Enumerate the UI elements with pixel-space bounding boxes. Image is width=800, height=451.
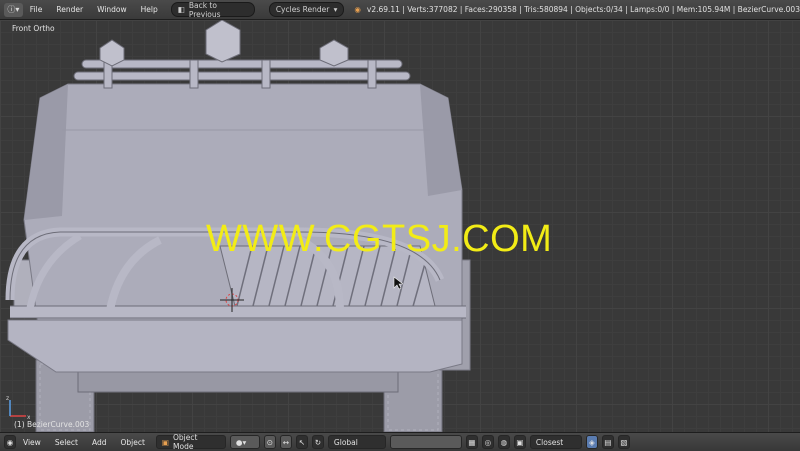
menu-render[interactable]: Render [49, 5, 90, 14]
menu-add[interactable]: Add [85, 438, 114, 447]
3d-viewport[interactable]: Front Ortho WWW.CGTSJ.COM (1) BezierCurv… [0, 20, 800, 432]
watermark-text: WWW.CGTSJ.COM [206, 218, 553, 260]
editor-type-icon[interactable]: ◉ [4, 435, 16, 449]
transform-orientation-select[interactable]: Global [327, 435, 386, 449]
roof-light-right [319, 39, 349, 67]
render-animation-icon[interactable]: ▤ [601, 435, 614, 449]
blender-logo-icon: ◉ [354, 5, 361, 14]
roof-light-left [99, 39, 125, 67]
roof-rack [81, 59, 403, 69]
manipulator-toggle-icon[interactable]: ↔ [279, 435, 292, 449]
info-editor-icon[interactable]: ⓘ▾ [4, 2, 23, 17]
render-icon[interactable]: ◈ [585, 435, 598, 449]
orientation-label: Global [333, 437, 358, 447]
roof-light-center [205, 20, 241, 63]
menu-select[interactable]: Select [48, 438, 85, 447]
sphere-icon: ●▾ [235, 437, 247, 447]
opengl-render-icon[interactable]: ▧ [617, 435, 630, 449]
snap-target-label: Closest [535, 437, 564, 447]
object-mode-icon: ▣ [161, 437, 170, 447]
snap-target-select[interactable]: Closest [529, 435, 582, 449]
back-icon: ◧ [177, 5, 185, 14]
axis-gizmo-icon: x z [6, 396, 30, 420]
scene-stats: v2.69.11 | Verts:377082 | Faces:290358 |… [366, 5, 800, 14]
snap-icon[interactable]: ◍ [497, 435, 510, 449]
menu-help[interactable]: Help [134, 5, 165, 14]
view-label: Front Ortho [12, 24, 55, 33]
back-to-previous-label: Back to Previous [188, 0, 221, 19]
menu-file[interactable]: File [23, 5, 50, 14]
pivot-point-icon[interactable]: ⊙ [263, 435, 276, 449]
chevron-down-icon: ▾ [333, 5, 338, 14]
top-header: ⓘ▾ File Render Window Help ◧ Back to Pre… [0, 0, 800, 20]
menu-object[interactable]: Object [113, 438, 151, 447]
rotate-icon[interactable]: ↻ [311, 435, 324, 449]
translate-icon[interactable]: ↖ [295, 435, 308, 449]
menu-window[interactable]: Window [90, 5, 134, 14]
viewport-header: ◉ View Select Add Object ▣ Object Mode ●… [0, 432, 800, 451]
svg-text:x: x [27, 414, 30, 420]
viewport-shading-select[interactable]: ●▾ [229, 435, 260, 449]
menu-view[interactable]: View [16, 438, 48, 447]
render-engine-label: Cycles Render [275, 5, 330, 14]
svg-text:z: z [6, 396, 9, 402]
mouse-pointer-icon [393, 276, 403, 290]
snap-element-icon[interactable]: ▣ [513, 435, 526, 449]
mode-select[interactable]: ▣ Object Mode [155, 433, 226, 451]
back-to-previous-button[interactable]: ◧ Back to Previous [170, 0, 255, 19]
proportional-edit-icon[interactable]: ◎ [481, 435, 494, 449]
render-engine-select[interactable]: Cycles Render ▾ [268, 2, 345, 17]
mode-label: Object Mode [173, 433, 198, 451]
active-object-label: (1) BezierCurve.003 [14, 420, 90, 429]
layer-lock-icon[interactable]: ▦ [465, 435, 478, 449]
layers-grid[interactable] [389, 435, 462, 449]
